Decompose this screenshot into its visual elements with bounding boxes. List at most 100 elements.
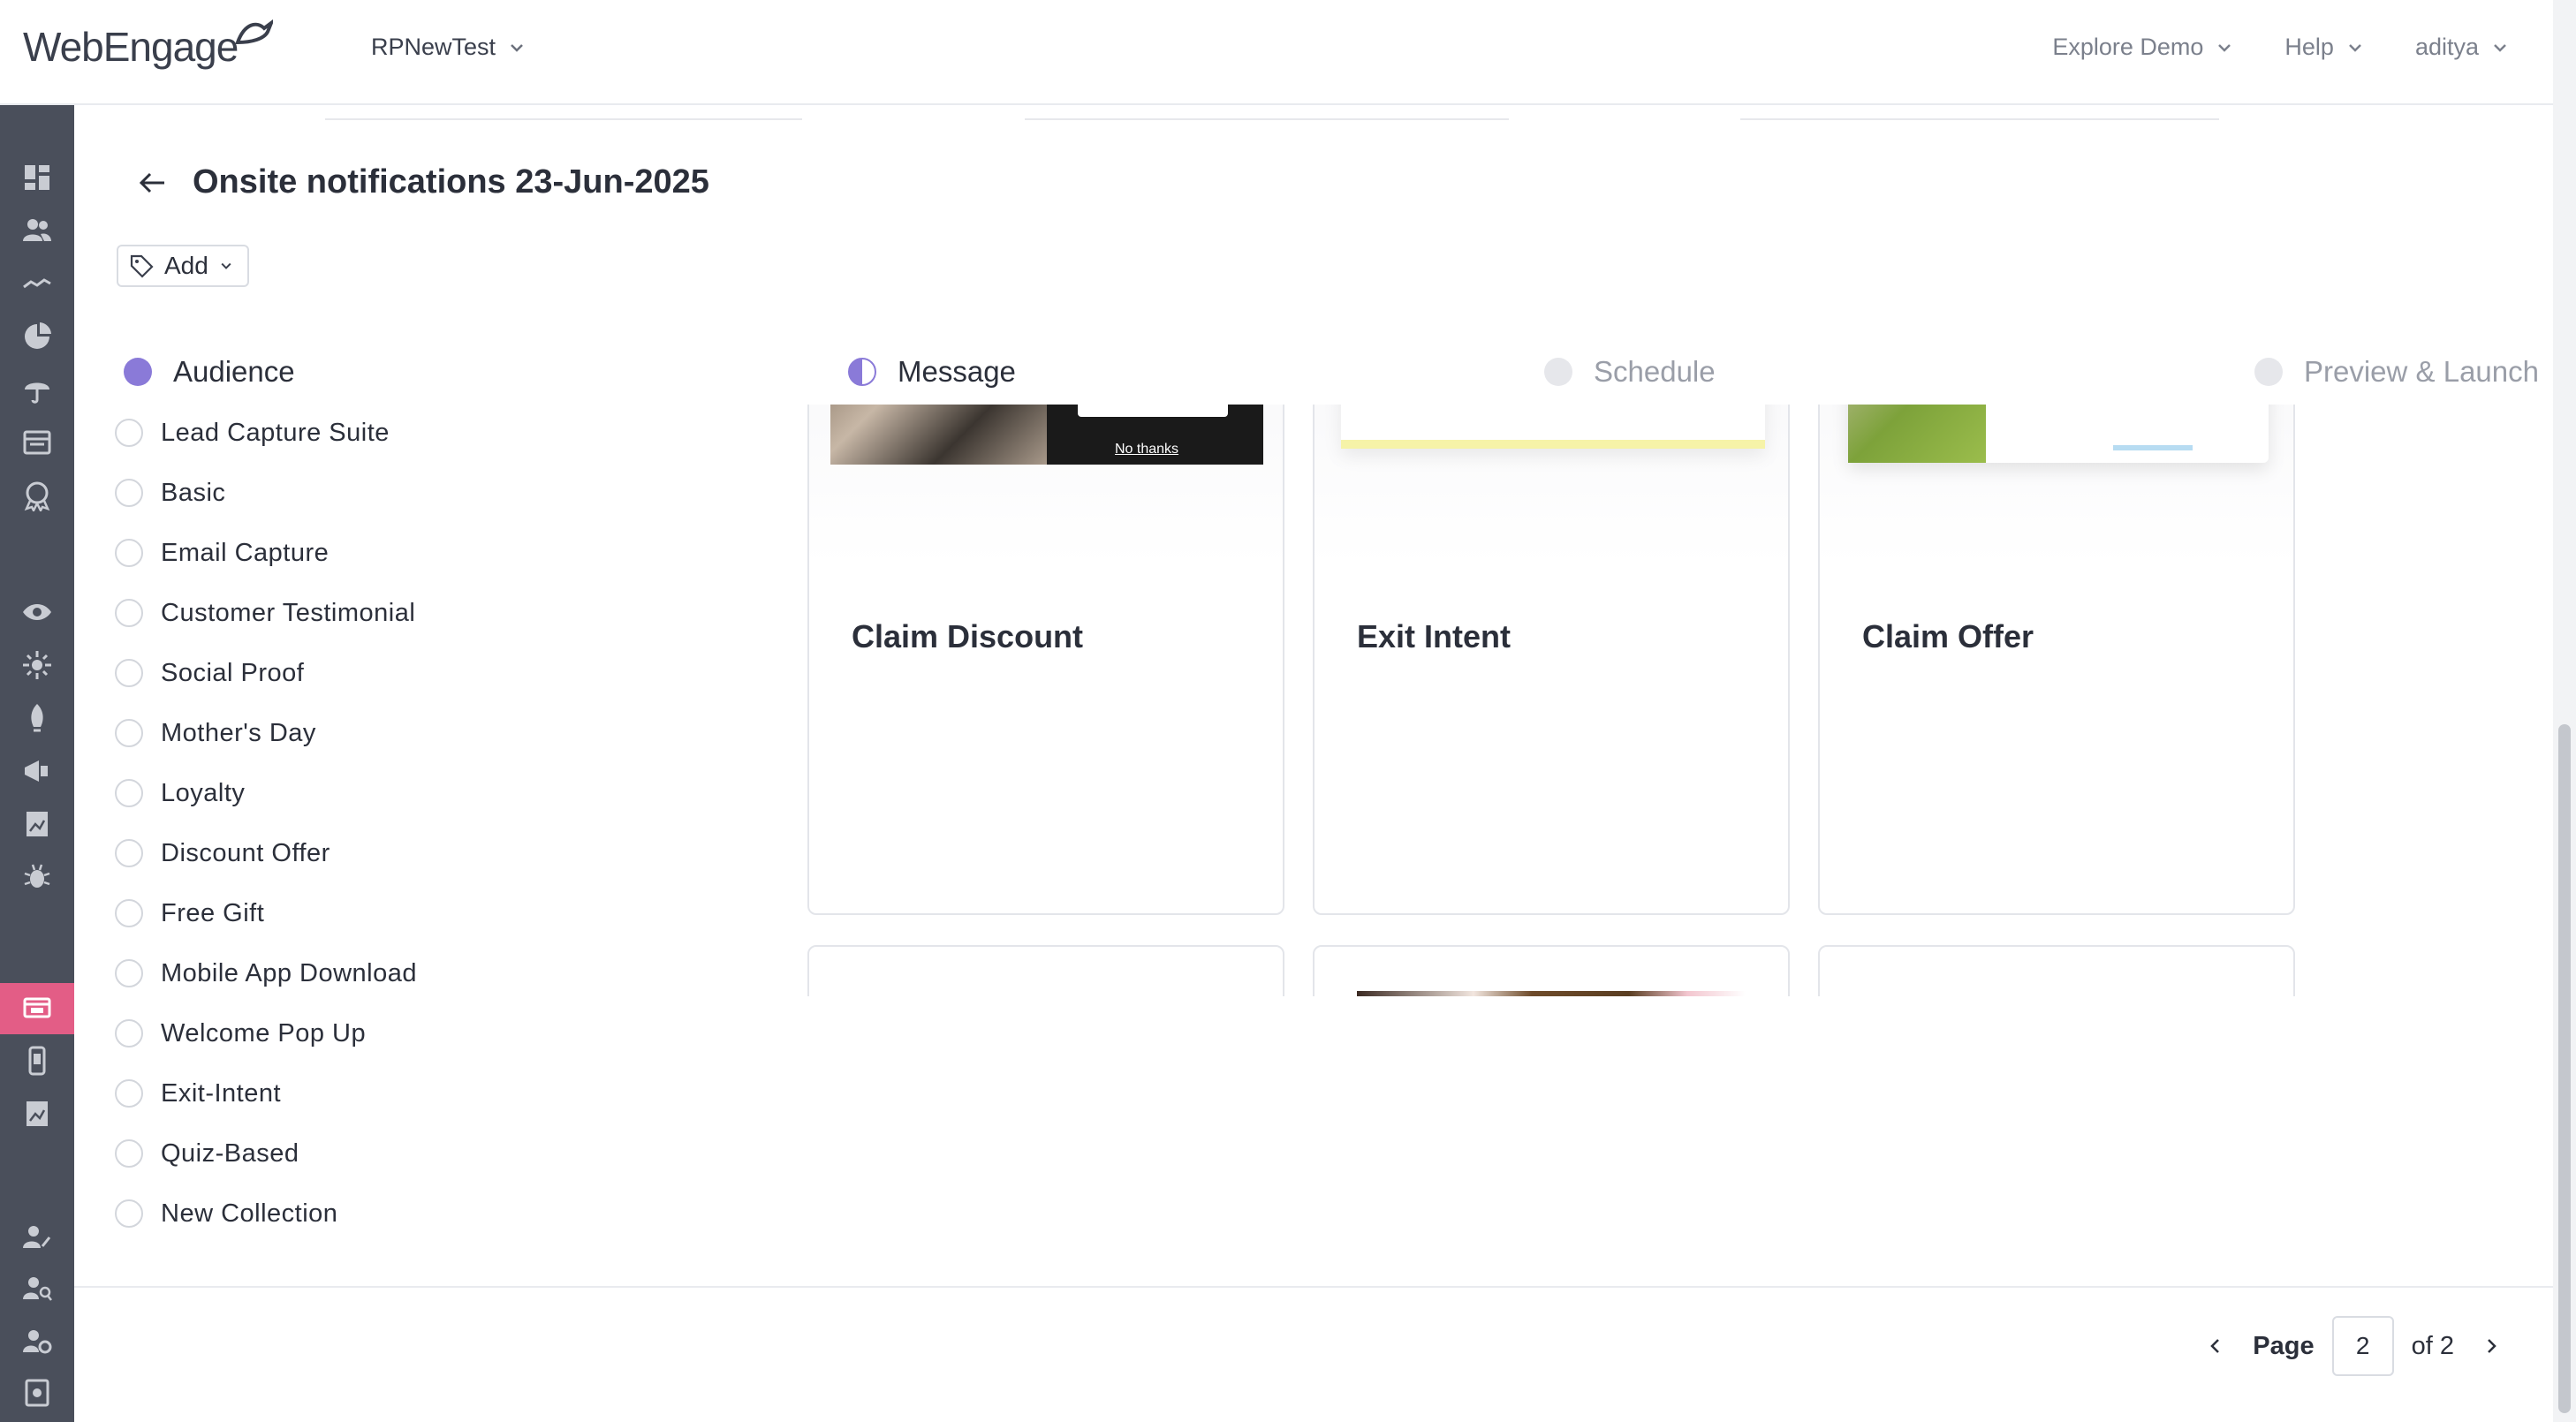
step-connector xyxy=(1740,118,2219,120)
mobile-icon[interactable] xyxy=(18,1041,57,1080)
step-schedule[interactable]: Schedule xyxy=(1530,355,1730,389)
badge-icon[interactable] xyxy=(18,476,57,515)
filter-option[interactable]: Free Gift xyxy=(115,883,417,943)
rocket-icon[interactable] xyxy=(18,699,57,737)
total-pages-label: of 2 xyxy=(2411,1331,2454,1360)
filter-option[interactable]: New Collection xyxy=(115,1184,417,1244)
preview-link xyxy=(2113,445,2193,450)
user-search-icon[interactable] xyxy=(18,1269,57,1308)
next-page-button[interactable] xyxy=(2472,1327,2511,1365)
radio-button[interactable] xyxy=(115,539,143,567)
pie-chart-icon[interactable] xyxy=(18,317,57,356)
chevron-down-icon xyxy=(511,43,523,52)
step-preview-launch[interactable]: Preview & Launch xyxy=(2240,355,2539,389)
radio-button[interactable] xyxy=(115,899,143,927)
chevron-down-icon xyxy=(2494,43,2506,52)
template-card[interactable] xyxy=(1313,945,1790,996)
step-current-icon xyxy=(848,358,876,386)
radio-button[interactable] xyxy=(115,1079,143,1108)
chevron-left-icon xyxy=(2210,1339,2220,1353)
filter-option[interactable]: Mobile App Download xyxy=(115,943,417,1003)
scrollbar-thumb[interactable] xyxy=(2558,724,2571,1413)
radio-button[interactable] xyxy=(115,599,143,627)
radio-button[interactable] xyxy=(115,419,143,447)
radio-button[interactable] xyxy=(115,839,143,867)
step-pending-icon xyxy=(2254,358,2283,386)
step-label: Audience xyxy=(173,355,295,388)
help-menu[interactable]: Help xyxy=(2284,34,2364,61)
template-card[interactable] xyxy=(807,945,1284,996)
filter-option[interactable]: Mother's Day xyxy=(115,703,417,763)
template-card[interactable] xyxy=(1818,945,2295,996)
back-arrow-icon[interactable] xyxy=(136,167,168,199)
trend-icon[interactable] xyxy=(18,264,57,303)
project-switcher[interactable]: RPNewTest xyxy=(371,34,526,61)
radio-button[interactable] xyxy=(115,659,143,687)
top-bar: WebEngage RPNewTest Explore Demo Help ad… xyxy=(0,0,2553,105)
umbrella-icon[interactable] xyxy=(18,370,57,409)
template-card[interactable]: Claim Offer xyxy=(1818,405,2295,915)
webengage-logo[interactable]: WebEngage xyxy=(23,19,274,74)
preview-banner: No thanks xyxy=(830,405,1263,465)
page-header: Onsite notifications 23-Jun-2025 xyxy=(136,163,709,201)
step-complete-icon xyxy=(124,358,152,386)
report-icon[interactable] xyxy=(18,805,57,843)
filter-label: Email Capture xyxy=(161,538,330,567)
radio-button[interactable] xyxy=(115,1199,143,1228)
user-settings-icon[interactable] xyxy=(18,1322,57,1361)
radio-button[interactable] xyxy=(115,1139,143,1168)
sparkle-icon[interactable] xyxy=(18,646,57,685)
filter-option[interactable]: Discount Offer xyxy=(115,823,417,883)
logo-text: WebEngage xyxy=(23,24,239,70)
radio-button[interactable] xyxy=(115,959,143,987)
radio-button[interactable] xyxy=(115,479,143,507)
bird-icon xyxy=(235,19,274,45)
previous-page-button[interactable] xyxy=(2196,1327,2235,1365)
bug-icon[interactable] xyxy=(18,858,57,896)
chevron-down-icon xyxy=(221,262,231,269)
template-grid: No thanks Claim Discount Exit Intent Cla… xyxy=(807,405,2300,996)
users-icon[interactable] xyxy=(18,211,57,250)
filter-option[interactable]: Customer Testimonial xyxy=(115,583,417,643)
chevron-down-icon xyxy=(2218,43,2231,52)
preview-photo xyxy=(830,405,1047,465)
filter-label: Welcome Pop Up xyxy=(161,1018,367,1048)
filter-option[interactable]: Welcome Pop Up xyxy=(115,1003,417,1063)
step-audience[interactable]: Audience xyxy=(124,355,309,389)
filter-option[interactable]: Quiz-Based xyxy=(115,1123,417,1184)
archive-icon[interactable] xyxy=(18,423,57,462)
page-scrollbar[interactable] xyxy=(2553,0,2576,1422)
filter-option[interactable]: Email Capture xyxy=(115,523,417,583)
filter-label: Quiz-Based xyxy=(161,1138,299,1168)
template-card[interactable]: Exit Intent xyxy=(1313,405,1790,915)
pagination: Page 2 of 2 xyxy=(2196,1316,2511,1376)
onsite-icon[interactable] xyxy=(18,988,57,1027)
filter-option[interactable]: Lead Capture Suite xyxy=(115,403,417,463)
user-menu[interactable]: aditya xyxy=(2415,34,2509,61)
page-title: Onsite notifications 23-Jun-2025 xyxy=(193,163,709,200)
filter-option[interactable]: Loyalty xyxy=(115,763,417,823)
explore-demo-menu[interactable]: Explore Demo xyxy=(2052,34,2233,61)
eye-icon[interactable] xyxy=(18,593,57,632)
billing-icon[interactable] xyxy=(18,1373,57,1412)
filter-option[interactable]: Social Proof xyxy=(115,643,417,703)
radio-button[interactable] xyxy=(115,1019,143,1048)
pagination-bar: Page 2 of 2 xyxy=(74,1286,2553,1422)
template-name: Claim Offer xyxy=(1862,618,2034,654)
template-card[interactable]: No thanks Claim Discount xyxy=(807,405,1284,915)
user-edit-icon[interactable] xyxy=(18,1218,57,1257)
page-number-input[interactable]: 2 xyxy=(2331,1316,2394,1376)
filter-option[interactable]: Exit-Intent xyxy=(115,1063,417,1123)
radio-button[interactable] xyxy=(115,719,143,747)
analytics-icon[interactable] xyxy=(18,1094,57,1133)
dashboard-icon[interactable] xyxy=(18,158,57,197)
add-tag-button[interactable]: Add xyxy=(117,245,249,287)
step-message[interactable]: Message xyxy=(834,355,1030,389)
filter-label: Free Gift xyxy=(161,898,265,927)
category-filter-list: Lead Capture Suite Basic Email Capture C… xyxy=(115,403,417,1244)
radio-button[interactable] xyxy=(115,779,143,807)
filter-option[interactable]: Basic xyxy=(115,463,417,523)
explore-demo-label: Explore Demo xyxy=(2052,34,2204,60)
template-preview xyxy=(1357,991,1746,996)
megaphone-icon[interactable] xyxy=(18,752,57,790)
